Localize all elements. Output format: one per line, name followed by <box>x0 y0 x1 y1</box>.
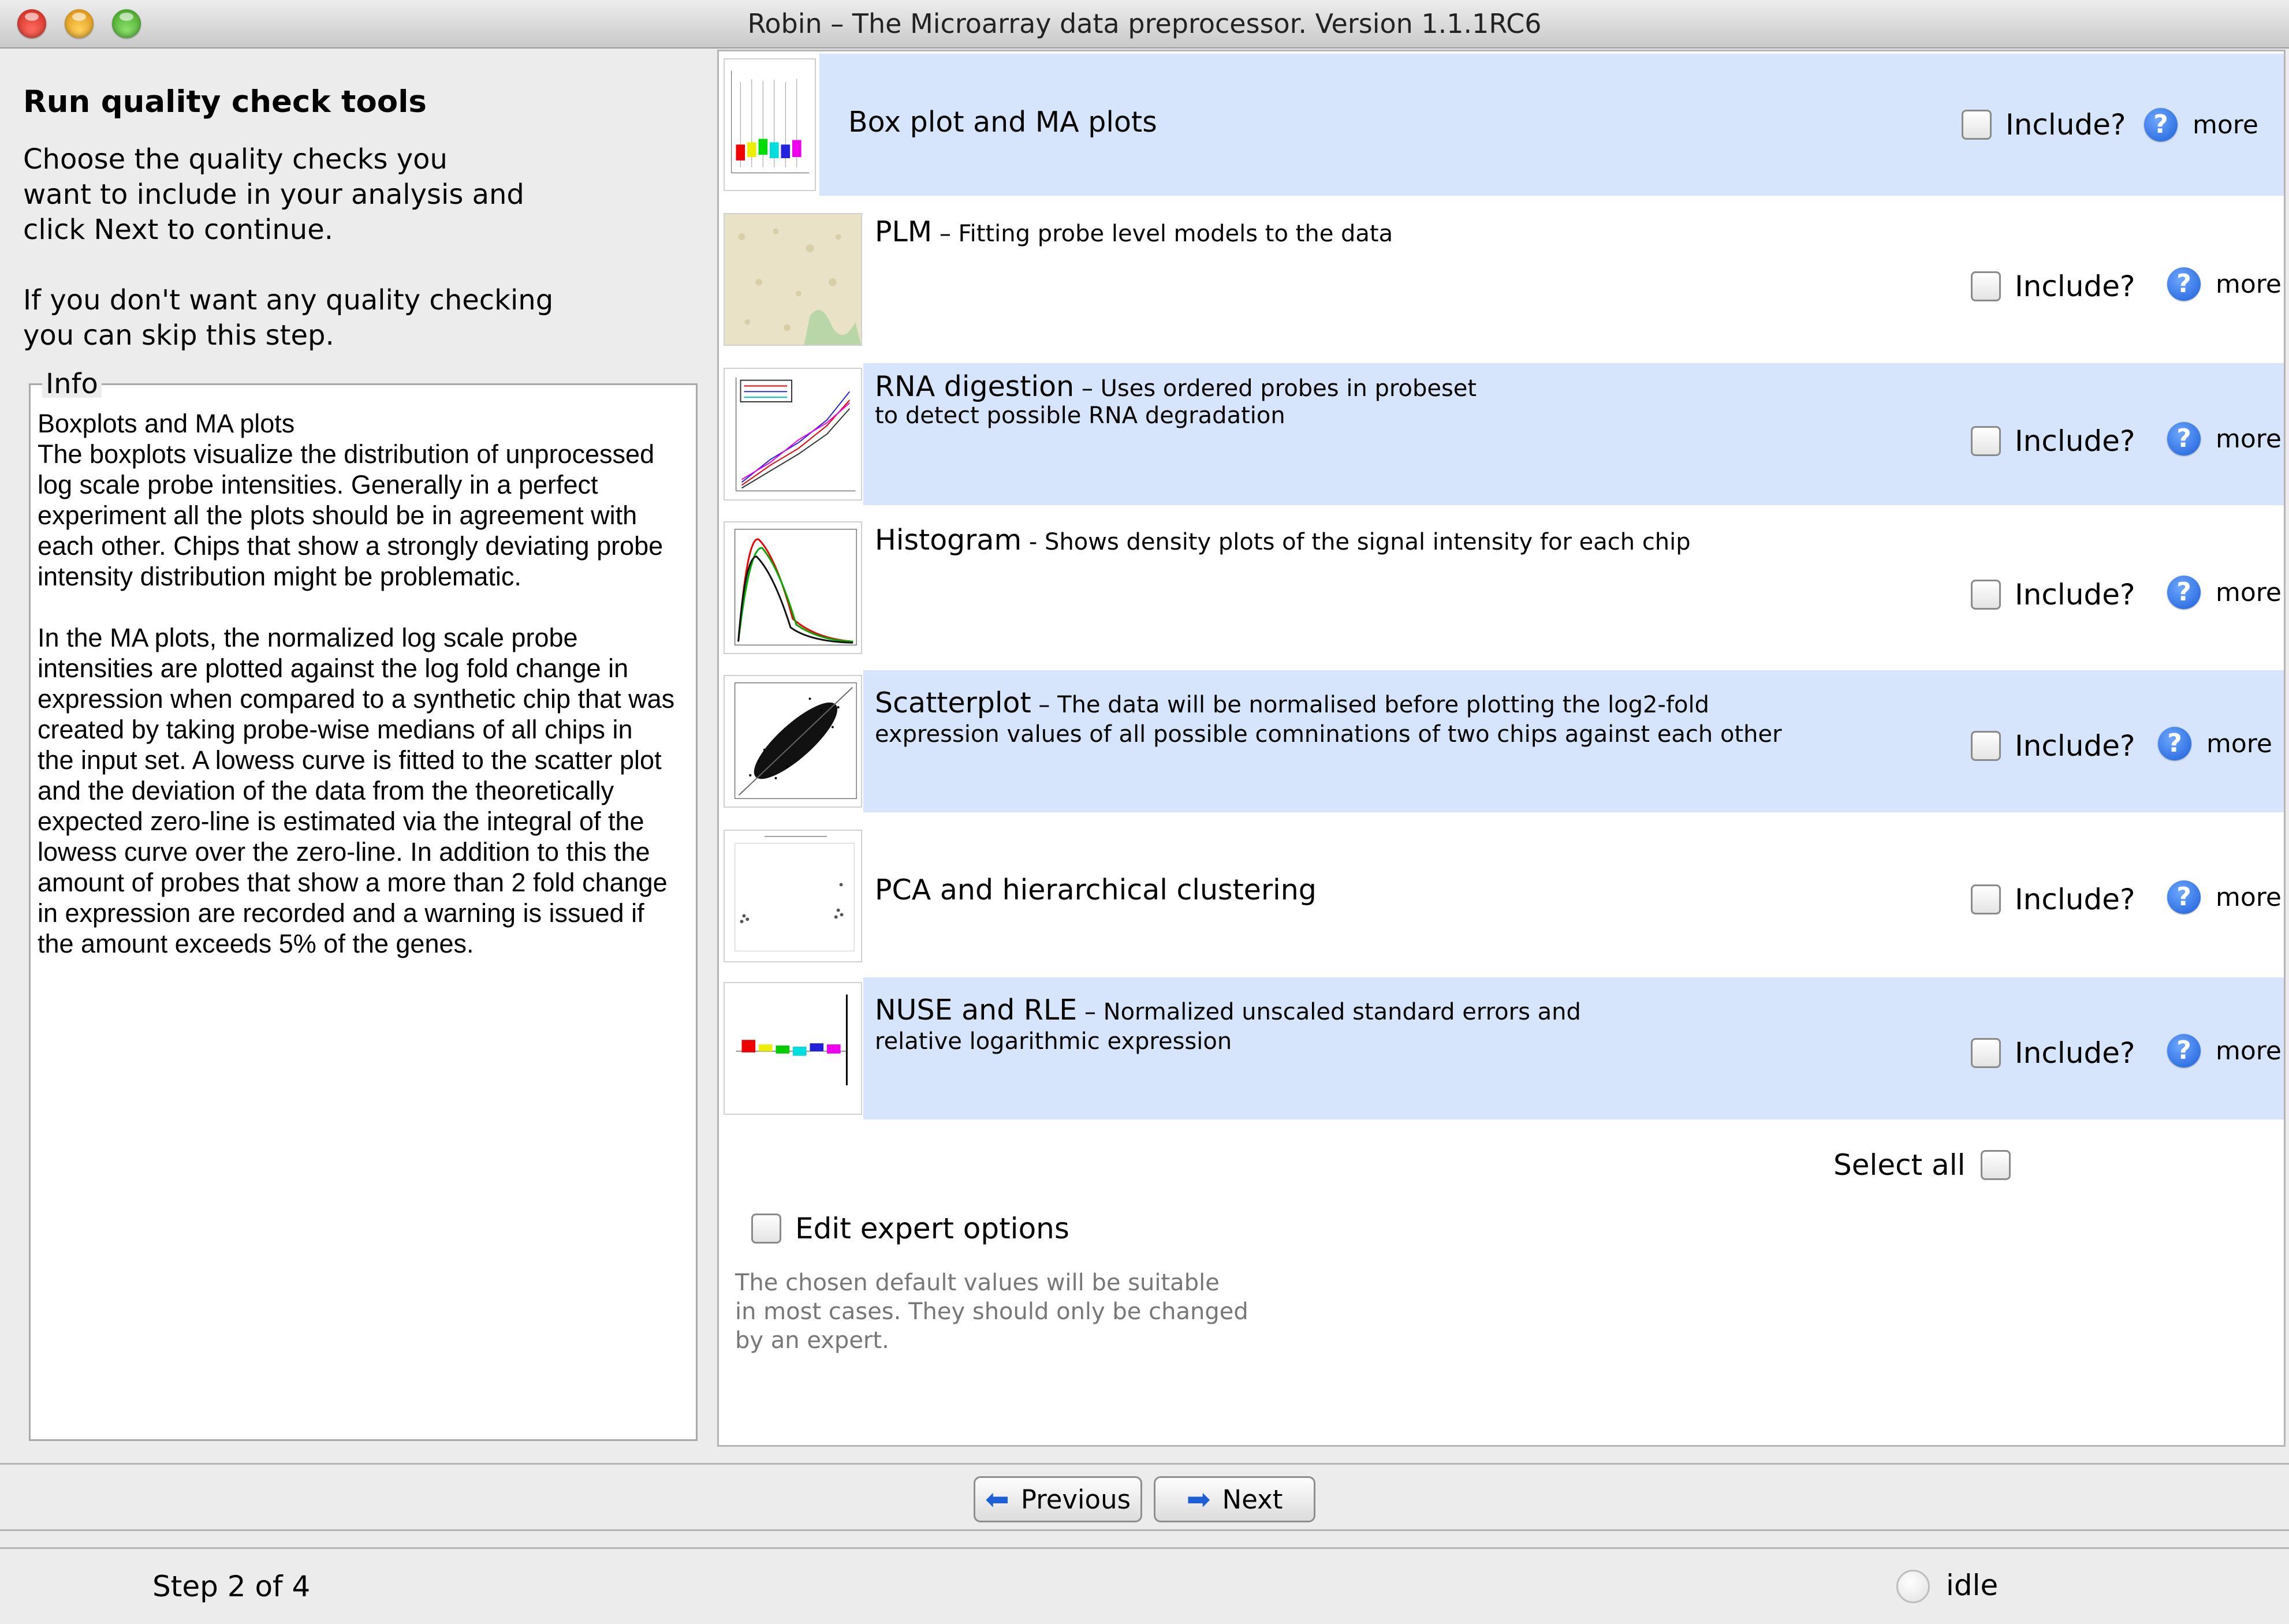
checkbox[interactable] <box>1980 1150 2011 1180</box>
help-icon: ? <box>2167 422 2201 456</box>
nuse-rle-thumbnail <box>724 982 862 1115</box>
qc-description: relative logarithmic expression <box>875 1028 1232 1055</box>
intro-text: Choose the quality checks you want to in… <box>23 143 554 352</box>
help-icon: ? <box>2144 108 2178 141</box>
previous-label: Previous <box>1020 1484 1131 1515</box>
select-all-checkbox[interactable]: Select all <box>1833 1148 2011 1182</box>
arrow-right-icon: ➡ <box>1186 1483 1211 1516</box>
more-label: more <box>2216 424 2281 454</box>
help-icon: ? <box>2167 267 2201 301</box>
help-icon: ? <box>2167 880 2201 914</box>
qc-row-scatterplot: Scatterplot – The data will be normalise… <box>719 670 2284 812</box>
next-label: Next <box>1222 1484 1283 1515</box>
more-label: more <box>2206 729 2272 759</box>
pca-thumbnail <box>724 830 862 962</box>
qc-title: NUSE and RLE – Normalized unscaled stand… <box>875 994 1581 1026</box>
info-box: Info Boxplots and MA plots The boxplots … <box>29 370 698 1441</box>
checkbox[interactable] <box>1971 1038 2001 1068</box>
more-label: more <box>2216 577 2281 607</box>
window-title: Robin – The Microarray data preprocessor… <box>747 8 1542 39</box>
include-label: Include? <box>2015 424 2135 458</box>
info-text[interactable]: Boxplots and MA plots The boxplots visua… <box>38 408 696 959</box>
include-label: Include? <box>2015 1036 2135 1070</box>
scatterplot-thumbnail <box>724 675 862 808</box>
qc-row-nuse-rle: NUSE and RLE – Normalized unscaled stand… <box>719 977 2284 1119</box>
include-checkbox-boxplot[interactable]: Include? <box>1962 108 2126 141</box>
more-button-plm[interactable]: ? more <box>2167 267 2281 301</box>
quality-check-list: Box plot and MA plots Include? ? more PL… <box>717 50 2286 1447</box>
checkbox[interactable] <box>1971 884 2001 914</box>
more-button-scatterplot[interactable]: ? more <box>2158 727 2272 760</box>
more-button-rna-digestion[interactable]: ? more <box>2167 422 2281 456</box>
rna-digestion-thumbnail <box>724 368 862 501</box>
include-checkbox-scatterplot[interactable]: Include? <box>1971 729 2135 763</box>
include-label: Include? <box>2015 270 2135 303</box>
checkbox[interactable] <box>1971 426 2001 456</box>
arrow-left-icon: ⬅ <box>985 1483 1009 1516</box>
qc-row-rna-digestion: RNA digestion – Uses ordered probes in p… <box>719 363 2284 505</box>
info-legend: Info <box>42 370 102 398</box>
qc-description: expression values of all possible comnin… <box>875 721 1782 748</box>
more-label: more <box>2216 882 2281 912</box>
more-button-boxplot[interactable]: ? more <box>2144 108 2258 141</box>
include-checkbox-nuse-rle[interactable]: Include? <box>1971 1036 2135 1070</box>
expert-options-note: The chosen default values will be suitab… <box>735 1270 1248 1354</box>
include-checkbox-rna-digestion[interactable]: Include? <box>1971 424 2135 458</box>
include-checkbox-pca[interactable]: Include? <box>1971 883 2135 916</box>
more-button-histogram[interactable]: ? more <box>2167 576 2281 609</box>
qc-title: PCA and hierarchical clustering <box>875 873 1317 906</box>
qc-title: Scatterplot – The data will be normalise… <box>875 686 1709 719</box>
plm-thumbnail <box>724 213 862 346</box>
qc-title: RNA digestion – Uses ordered probes in p… <box>875 370 1477 403</box>
help-icon: ? <box>2167 576 2201 609</box>
include-label: Include? <box>2015 729 2135 763</box>
include-checkbox-histogram[interactable]: Include? <box>1971 578 2135 611</box>
expert-options-checkbox[interactable]: Edit expert options <box>751 1212 1069 1245</box>
more-button-pca[interactable]: ? more <box>2167 880 2281 914</box>
qc-title: PLM – Fitting probe level models to the … <box>875 215 1393 248</box>
include-checkbox-plm[interactable]: Include? <box>1971 270 2135 303</box>
help-icon: ? <box>2158 727 2191 760</box>
checkbox[interactable] <box>1971 271 2001 301</box>
left-panel: Run quality check tools Choose the quali… <box>0 50 709 1447</box>
qc-row-pca: PCA and hierarchical clustering Include?… <box>719 825 2284 967</box>
step-indicator: Step 2 of 4 <box>152 1570 311 1603</box>
more-label: more <box>2193 110 2258 140</box>
previous-button[interactable]: ⬅ Previous <box>974 1476 1142 1522</box>
qc-title: Box plot and MA plots <box>848 106 1157 139</box>
qc-title: Histogram - Shows density plots of the s… <box>875 524 1691 557</box>
boxplot-thumbnail <box>724 58 816 191</box>
title-bar: Robin – The Microarray data preprocessor… <box>0 0 2289 48</box>
checkbox[interactable] <box>1962 110 1992 140</box>
qc-row-boxplot: Box plot and MA plots Include? ? more <box>719 54 2284 196</box>
navigation-bar: ⬅ Previous ➡ Next <box>0 1463 2289 1531</box>
qc-description: to detect possible RNA degradation <box>875 402 1285 429</box>
select-all-label: Select all <box>1833 1148 1966 1182</box>
status-text: idle <box>1946 1569 1999 1602</box>
page-title: Run quality check tools <box>23 84 427 120</box>
more-button-nuse-rle[interactable]: ? more <box>2167 1034 2281 1067</box>
status-light-icon <box>1896 1570 1930 1603</box>
histogram-thumbnail <box>724 521 862 654</box>
checkbox[interactable] <box>751 1214 781 1244</box>
include-label: Include? <box>2015 883 2135 916</box>
include-label: Include? <box>2005 108 2126 141</box>
more-label: more <box>2216 269 2281 299</box>
include-label: Include? <box>2015 578 2135 611</box>
checkbox[interactable] <box>1971 580 2001 610</box>
checkbox[interactable] <box>1971 731 2001 761</box>
status-bar: Step 2 of 4 idle <box>0 1547 2289 1624</box>
more-label: more <box>2216 1036 2281 1066</box>
qc-row-plm: PLM – Fitting probe level models to the … <box>719 208 2284 350</box>
next-button[interactable]: ➡ Next <box>1154 1476 1315 1522</box>
help-icon: ? <box>2167 1034 2201 1067</box>
expert-options-label: Edit expert options <box>795 1212 1069 1245</box>
qc-row-histogram: Histogram - Shows density plots of the s… <box>719 517 2284 659</box>
